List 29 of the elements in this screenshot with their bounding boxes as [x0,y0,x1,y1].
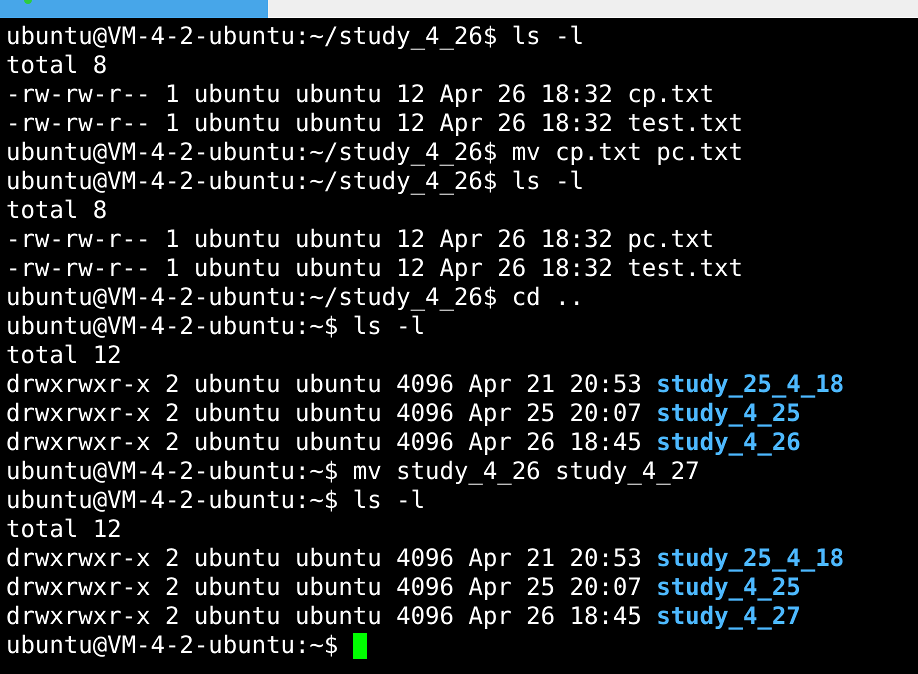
terminal-tab[interactable] [0,0,268,18]
terminal-line: ubuntu@VM-4-2-ubuntu:~$ ls -l [6,486,426,515]
terminal-line: total 12 [6,515,122,544]
terminal-line: drwxrwxr-x 2 ubuntu ubuntu 4096 Apr 25 20:07 [6,399,642,428]
terminal-line: -rw-rw-r-- 1 ubuntu ubuntu 12 Apr 26 18:32 test.txt [6,109,743,138]
directory-name: study_4_25 [656,399,801,428]
terminal-line: drwxrwxr-x 2 ubuntu ubuntu 4096 Apr 21 20:53 [6,544,642,573]
terminal-line: ubuntu@VM-4-2-ubuntu:~$ ls -l [6,312,426,341]
directory-name: study_4_26 [656,428,801,457]
directory-name: study_4_25 [656,573,801,602]
terminal-line: drwxrwxr-x 2 ubuntu ubuntu 4096 Apr 25 20:07 [6,573,642,602]
directory-name: study_25_4_18 [656,544,844,573]
terminal-line: ubuntu@VM-4-2-ubuntu:~/study_4_26$ cd .. [6,283,584,312]
terminal-line: drwxrwxr-x 2 ubuntu ubuntu 4096 Apr 21 20:53 [6,370,642,399]
terminal-line: ubuntu@VM-4-2-ubuntu:~/study_4_26$ mv cp.txt pc.txt [6,138,743,167]
terminal-line: -rw-rw-r-- 1 ubuntu ubuntu 12 Apr 26 18:32 cp.txt [6,80,714,109]
terminal-line: drwxrwxr-x 2 ubuntu ubuntu 4096 Apr 26 18:45 [6,602,642,631]
terminal-line: total 8 [6,51,108,80]
terminal-line: -rw-rw-r-- 1 ubuntu ubuntu 12 Apr 26 18:32 pc.txt [6,225,714,254]
terminal-line: drwxrwxr-x 2 ubuntu ubuntu 4096 Apr 26 18:45 [6,428,642,457]
terminal-line: ubuntu@VM-4-2-ubuntu:~$ [6,631,338,660]
terminal-line: ubuntu@VM-4-2-ubuntu:~/study_4_26$ ls -l [6,167,584,196]
terminal-line: ubuntu@VM-4-2-ubuntu:~/study_4_26$ ls -l [6,22,584,51]
terminal-line: -rw-rw-r-- 1 ubuntu ubuntu 12 Apr 26 18:32 test.txt [6,254,743,283]
directory-name: study_25_4_18 [656,370,844,399]
terminal-line: ubuntu@VM-4-2-ubuntu:~$ mv study_4_26 study_4_27 [6,457,700,486]
terminal-line: total 12 [6,341,122,370]
terminal-line: total 8 [6,196,108,225]
directory-name: study_4_27 [656,602,801,631]
